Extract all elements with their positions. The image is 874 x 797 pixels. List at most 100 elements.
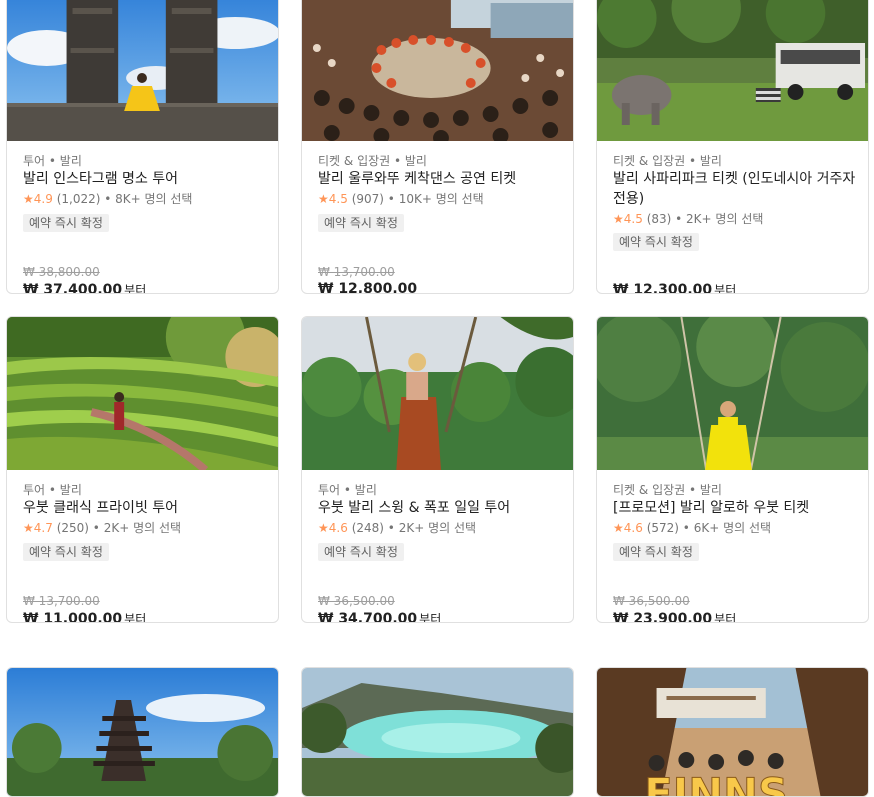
- price-value: ₩ 23,900.00: [613, 611, 713, 623]
- star-icon: ★: [23, 521, 34, 535]
- activity-card[interactable]: 티켓 & 입장권 • 발리 [프로모션] 발리 알로하 우붓 티켓 ★4.6 (…: [596, 316, 869, 623]
- booked-count: • 6K+ 명의 선택: [682, 521, 772, 535]
- safari-park-photo: [597, 0, 868, 141]
- instant-confirm-badge: 예약 즉시 확정: [318, 214, 404, 232]
- activity-card[interactable]: 투어 • 발리 우붓 발리 스윙 & 폭포 일일 투어 ★4.6 (248) •…: [301, 316, 574, 623]
- activity-card[interactable]: FINNS: [596, 667, 869, 797]
- price: ₩ 11,000.00 부터: [23, 610, 146, 623]
- card-rating: ★4.5 (83) • 2K+ 명의 선택: [613, 210, 763, 227]
- price: ₩ 23,900.00 부터: [613, 610, 737, 623]
- card-category: 티켓 & 입장권 • 발리: [613, 154, 722, 168]
- price-value: ₩ 11,000.00: [23, 611, 123, 623]
- activity-card[interactable]: [301, 667, 574, 797]
- activity-grid: 투어 • 발리 발리 인스타그램 명소 투어 ★4.9 (1,022) • 8K…: [0, 0, 874, 797]
- card-image[interactable]: [302, 317, 573, 470]
- card-rating: ★4.5 (907) • 10K+ 명의 선택: [318, 190, 484, 207]
- review-count: (248): [351, 521, 384, 535]
- card-category: 투어 • 발리: [318, 483, 377, 497]
- star-icon: ★: [318, 192, 329, 206]
- card-body: 투어 • 발리 발리 인스타그램 명소 투어 ★4.9 (1,022) • 8K…: [7, 141, 278, 293]
- original-price: ₩ 13,700.00: [23, 594, 100, 608]
- review-count: (1,022): [56, 192, 101, 206]
- activity-card[interactable]: 투어 • 발리 발리 인스타그램 명소 투어 ★4.9 (1,022) • 8K…: [6, 0, 279, 294]
- card-image[interactable]: FINNS: [597, 668, 868, 797]
- card-image[interactable]: [597, 0, 868, 141]
- card-image[interactable]: [7, 668, 278, 796]
- card-body: 투어 • 발리 우붓 클래식 프라이빗 투어 ★4.7 (250) • 2K+ …: [7, 470, 278, 622]
- star-icon: ★: [318, 521, 329, 535]
- card-category: 티켓 & 입장권 • 발리: [613, 483, 722, 497]
- instant-confirm-badge: 예약 즉시 확정: [613, 543, 699, 561]
- rating-score: 4.6: [328, 521, 348, 535]
- card-title[interactable]: 발리 인스타그램 명소 투어: [23, 169, 270, 189]
- original-price: ₩ 36,500.00: [613, 594, 690, 608]
- price-value: ₩ 37,400.00: [23, 282, 123, 294]
- card-image[interactable]: [7, 317, 278, 470]
- instant-confirm-badge: 예약 즉시 확정: [613, 233, 699, 251]
- review-count: (250): [56, 521, 89, 535]
- price: ₩ 12,300.00 부터: [613, 281, 737, 294]
- star-icon: ★: [23, 192, 34, 206]
- card-title[interactable]: [프로모션] 발리 알로하 우붓 티켓: [613, 498, 860, 518]
- jungle-swing-photo: [302, 317, 573, 470]
- activity-card[interactable]: 티켓 & 입장권 • 발리 발리 울루와뚜 케착댄스 공연 티켓 ★4.5 (9…: [301, 0, 574, 294]
- card-category: 티켓 & 입장권 • 발리: [318, 154, 427, 168]
- booked-count: • 10K+ 명의 선택: [387, 192, 484, 206]
- price: ₩ 34,700.00 부터: [318, 610, 442, 623]
- kecak-dance-photo: [302, 0, 573, 141]
- price: ₩ 12,800.00: [318, 281, 418, 294]
- card-body: 투어 • 발리 우붓 발리 스윙 & 폭포 일일 투어 ★4.6 (248) •…: [302, 470, 573, 622]
- price-value: ₩ 12,800.00: [318, 281, 418, 294]
- price-value: ₩ 12,300.00: [613, 282, 713, 294]
- review-count: (572): [646, 521, 679, 535]
- price-suffix: 부터: [124, 283, 147, 294]
- pagoda-temple-photo: [7, 668, 278, 796]
- instant-confirm-badge: 예약 즉시 확정: [318, 543, 404, 561]
- rice-terrace-photo: [7, 317, 278, 470]
- card-body: 티켓 & 입장권 • 발리 발리 사파리파크 티켓 (인도네시아 거주자 전용)…: [597, 141, 868, 293]
- card-image[interactable]: [302, 668, 573, 796]
- card-body: 티켓 & 입장권 • 발리 발리 울루와뚜 케착댄스 공연 티켓 ★4.5 (9…: [302, 141, 573, 293]
- price-suffix: 부터: [714, 283, 737, 294]
- card-category: 투어 • 발리: [23, 154, 82, 168]
- price-suffix: 부터: [714, 612, 737, 623]
- card-title[interactable]: 발리 울루와뚜 케착댄스 공연 티켓: [318, 169, 565, 189]
- rating-score: 4.7: [33, 521, 53, 535]
- price: ₩ 37,400.00 부터: [23, 281, 147, 294]
- card-image[interactable]: [597, 317, 868, 470]
- rating-score: 4.6: [623, 521, 643, 535]
- original-price: ₩ 13,700.00: [318, 265, 395, 279]
- activity-card[interactable]: [6, 667, 279, 797]
- original-price: ₩ 38,800.00: [23, 265, 100, 279]
- star-icon: ★: [613, 212, 624, 226]
- activity-card[interactable]: 티켓 & 입장권 • 발리 발리 사파리파크 티켓 (인도네시아 거주자 전용)…: [596, 0, 869, 294]
- card-image[interactable]: [302, 0, 573, 141]
- instant-confirm-badge: 예약 즉시 확정: [23, 214, 109, 232]
- card-title[interactable]: 우붓 발리 스윙 & 폭포 일일 투어: [318, 498, 565, 518]
- card-title[interactable]: 발리 사파리파크 티켓 (인도네시아 거주자 전용): [613, 169, 860, 209]
- booked-count: • 2K+ 명의 선택: [387, 521, 477, 535]
- finns-sign: FINNS: [644, 769, 788, 797]
- review-count: (83): [646, 212, 672, 226]
- card-body: 티켓 & 입장권 • 발리 [프로모션] 발리 알로하 우붓 티켓 ★4.6 (…: [597, 470, 868, 622]
- temple-gate-photo: [7, 0, 278, 141]
- price-suffix: 부터: [419, 612, 442, 623]
- rating-score: 4.5: [623, 212, 643, 226]
- rating-score: 4.5: [328, 192, 348, 206]
- card-image[interactable]: [7, 0, 278, 141]
- price-value: ₩ 34,700.00: [318, 611, 418, 623]
- card-rating: ★4.6 (248) • 2K+ 명의 선택: [318, 519, 476, 536]
- original-price: ₩ 36,500.00: [318, 594, 395, 608]
- card-rating: ★4.6 (572) • 6K+ 명의 선택: [613, 519, 771, 536]
- aloha-swing-photo: [597, 317, 868, 470]
- booked-count: • 2K+ 명의 선택: [675, 212, 764, 226]
- finns-beach-club-photo: FINNS: [597, 668, 868, 797]
- activity-card[interactable]: 투어 • 발리 우붓 클래식 프라이빗 투어 ★4.7 (250) • 2K+ …: [6, 316, 279, 623]
- card-title[interactable]: 우붓 클래식 프라이빗 투어: [23, 498, 270, 518]
- star-icon: ★: [613, 521, 624, 535]
- rating-score: 4.9: [33, 192, 53, 206]
- booked-count: • 2K+ 명의 선택: [92, 521, 182, 535]
- volcano-lake-photo: [302, 668, 573, 796]
- card-category: 투어 • 발리: [23, 483, 82, 497]
- booked-count: • 8K+ 명의 선택: [104, 192, 193, 206]
